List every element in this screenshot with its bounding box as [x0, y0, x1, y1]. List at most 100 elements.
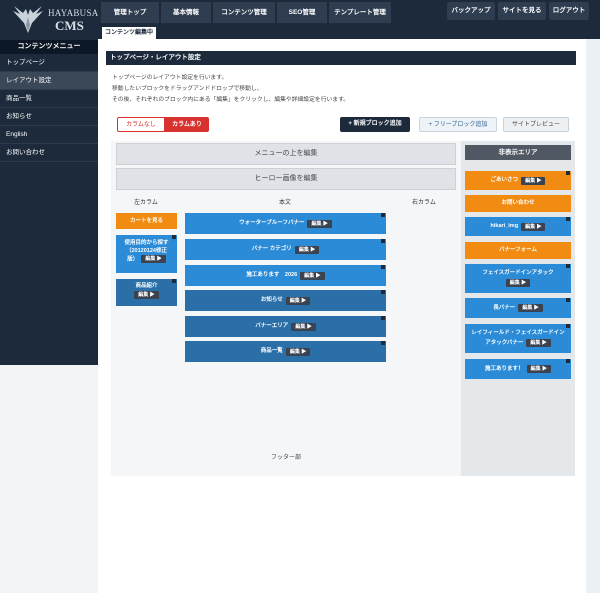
description-line-3: その後、それぞれのブロック内にある「編集」をクリックし、編集や詳細設定を行います…: [112, 97, 350, 103]
edit-button[interactable]: 編集 ▶: [134, 291, 159, 299]
edit-button[interactable]: 編集 ▶: [285, 296, 311, 305]
close-icon[interactable]: [172, 279, 176, 283]
hidden-block-contact[interactable]: お問い合わせ: [465, 195, 571, 212]
close-icon[interactable]: [566, 298, 570, 302]
hidden-block-greeting[interactable]: ごあいさつ 編集 ▶: [465, 171, 571, 190]
close-icon[interactable]: [381, 213, 385, 217]
close-icon[interactable]: [381, 290, 385, 294]
block-label: 施工あります 2026: [246, 272, 298, 278]
block-search-by-purpose[interactable]: 使用目的から探す （20120124修正 版） 編集 ▶: [116, 235, 177, 273]
hidden-block-construction[interactable]: 施工あります！ 編集 ▶: [465, 359, 571, 379]
block-label: お問い合わせ: [501, 200, 535, 206]
edit-button[interactable]: 編集 ▶: [521, 222, 546, 231]
close-icon[interactable]: [566, 171, 570, 175]
page-title: トップページ・レイアウト設定: [106, 51, 576, 65]
edit-button[interactable]: 編集 ▶: [526, 338, 551, 347]
edit-button[interactable]: 編集 ▶: [291, 322, 316, 331]
block-label-line-2: アタックバナー: [485, 340, 524, 346]
description-line-2: 移動したいブロックをドラッグアンドドロップで移動し、: [112, 86, 263, 92]
footer-zone-label: フッター部: [270, 455, 301, 461]
edit-hero-image-bar[interactable]: ヒーロー画像を編集: [116, 168, 456, 190]
block-label: 施工あります！: [485, 366, 524, 372]
add-free-block-button[interactable]: + フリーブロック追加: [419, 117, 497, 132]
edit-above-menu-bar[interactable]: メニューの上を編集: [116, 143, 456, 165]
hidden-block-hikari-img[interactable]: hikari_img 編集 ▶: [465, 217, 571, 236]
block-construction-2026[interactable]: 施工あります 2026 編集 ▶: [185, 265, 386, 286]
close-icon[interactable]: [381, 341, 385, 345]
left-column-heading: 左カラム: [134, 200, 158, 206]
site-preview-button[interactable]: サイトプレビュー: [503, 117, 569, 132]
block-news[interactable]: お知らせ 編集 ▶: [185, 290, 386, 311]
block-label: お知らせ: [260, 297, 283, 303]
logout-button[interactable]: ログアウト: [549, 2, 589, 20]
block-label-line-3: 版）: [127, 256, 139, 263]
block-label-line-1: 使用目的から探す: [124, 240, 169, 246]
right-column-heading: 右カラム: [412, 200, 436, 206]
block-label: 長バナー: [493, 305, 516, 311]
edit-button[interactable]: 編集 ▶: [294, 245, 320, 254]
sidebar-item-contact[interactable]: お問い合わせ: [0, 144, 98, 162]
sidebar-item-products[interactable]: 商品一覧: [0, 90, 98, 108]
block-label: ごあいさつ: [490, 177, 519, 183]
tab-basic-info[interactable]: 基本情報: [161, 2, 211, 23]
edit-button[interactable]: 編集 ▶: [300, 271, 325, 280]
hidden-block-faceguard-attack[interactable]: フェイスガードインアタック 編集 ▶: [465, 264, 571, 293]
column-none-button[interactable]: カラムなし: [117, 117, 165, 132]
add-new-block-button[interactable]: + 新規ブロック追加: [340, 117, 410, 132]
edit-button[interactable]: 編集 ▶: [518, 304, 543, 312]
block-label: ウォータープルーフバナー: [239, 220, 305, 226]
edit-button[interactable]: 編集 ▶: [521, 176, 546, 185]
close-icon[interactable]: [381, 239, 385, 243]
sidebar-item-layout-settings[interactable]: レイアウト設定: [0, 72, 98, 90]
tab-seo-management[interactable]: SEO管理: [277, 2, 327, 23]
falcon-icon: [13, 6, 43, 33]
block-product-intro[interactable]: 商品紹介 編集 ▶: [116, 279, 177, 306]
block-label: hikari_img: [490, 223, 519, 229]
block-waterproof-banner[interactable]: ウォータープルーフバナー 編集 ▶: [185, 213, 386, 234]
block-label: 商品一覧: [260, 348, 283, 354]
description-line-1: トップページのレイアウト設定を行います。: [112, 75, 228, 81]
close-icon[interactable]: [381, 316, 385, 320]
content-menu-title: コンテンツメニュー: [0, 40, 98, 54]
close-icon[interactable]: [566, 217, 570, 221]
edit-button[interactable]: 編集 ▶: [526, 365, 551, 373]
tab-content-management[interactable]: コンテンツ管理: [213, 2, 275, 23]
close-icon[interactable]: [566, 359, 570, 363]
block-label-line-2: （20120124修正: [126, 248, 167, 254]
close-icon[interactable]: [172, 235, 176, 239]
hidden-block-long-banner[interactable]: 長バナー 編集 ▶: [465, 298, 571, 318]
block-label: カートを見る: [129, 218, 163, 224]
edit-button[interactable]: 編集 ▶: [285, 347, 311, 356]
view-site-button[interactable]: サイトを見る: [498, 2, 546, 20]
block-label: 商品紹介: [135, 283, 158, 289]
close-icon[interactable]: [566, 264, 570, 268]
tab-template-management[interactable]: テンプレート管理: [329, 2, 391, 23]
block-label: バナー カテゴリ: [251, 246, 292, 252]
block-view-cart[interactable]: カートを見る: [116, 213, 177, 229]
sidebar-item-news[interactable]: お知らせ: [0, 108, 98, 126]
block-banner-area[interactable]: バナーエリア 編集 ▶: [185, 316, 386, 337]
edit-button[interactable]: 編集 ▶: [141, 255, 166, 263]
column-have-button[interactable]: カラムあり: [165, 117, 209, 132]
logo-text-brand: HAYABUSA: [48, 8, 99, 18]
sidebar-item-top-page[interactable]: トップページ: [0, 54, 98, 72]
tab-content-editing[interactable]: コンテンツ編集中: [102, 27, 156, 39]
hidden-block-banner-form[interactable]: バナーフォーム: [465, 242, 571, 259]
scrollbar-track[interactable]: [586, 39, 600, 593]
logo-text-cms: CMS: [55, 18, 84, 33]
block-product-list[interactable]: 商品一覧 編集 ▶: [185, 341, 386, 362]
block-label: バナーフォーム: [498, 247, 537, 253]
close-icon[interactable]: [381, 265, 385, 269]
logo[interactable]: HAYABUSA CMS: [0, 0, 98, 38]
close-icon[interactable]: [566, 324, 570, 328]
hidden-area-title: 非表示エリア: [465, 145, 571, 160]
block-banner-category[interactable]: バナー カテゴリ 編集 ▶: [185, 239, 386, 260]
edit-button[interactable]: 編集 ▶: [307, 219, 332, 228]
edit-button[interactable]: 編集 ▶: [505, 278, 531, 287]
sidebar-item-english[interactable]: English: [0, 126, 98, 144]
tab-admin-top[interactable]: 管理トップ: [101, 2, 159, 23]
hidden-block-rayfield-faceguard[interactable]: レイフィールド・フェイスガードイン アタックバナー 編集 ▶: [465, 324, 571, 353]
block-label-line-1: レイフィールド・フェイスガードイン: [471, 330, 565, 336]
sub-bar: [98, 25, 600, 39]
backup-button[interactable]: バックアップ: [447, 2, 495, 20]
